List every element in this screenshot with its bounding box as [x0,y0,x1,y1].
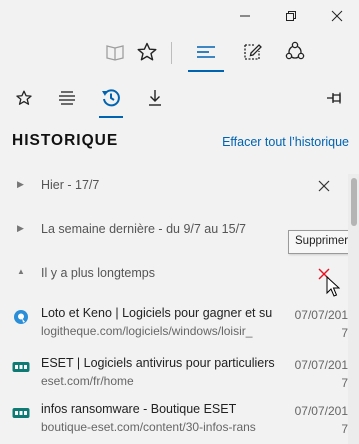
history-item-date: 07/07/201 7 [294,404,348,436]
group-label: Hier - 17/7 [41,178,100,192]
history-item-url: eset.com/fr/home [41,374,134,388]
chevron-right-icon: ▶ [17,179,24,189]
web-note-icon [244,44,262,60]
mouse-cursor-icon [326,276,340,297]
restore-button[interactable] [268,0,314,32]
pin-icon [327,92,341,104]
minimize-icon [240,15,250,17]
share-button[interactable] [275,32,315,72]
history-item-title: infos ransomware - Boutique ESET [41,402,237,416]
reading-view-icon [106,45,124,61]
history-header: HISTORIQUE Effacer tout l’historique [0,130,359,156]
tab-reading-list[interactable] [47,80,87,116]
share-icon [285,41,305,60]
delete-group-button[interactable] [312,174,336,198]
hub-panel: HISTORIQUE Effacer tout l’historique ▶ H… [0,74,359,444]
hub-button[interactable] [186,32,226,72]
window-close-button[interactable] [314,0,359,32]
history-item-title: ESET | Logiciels antivirus pour particul… [41,356,275,370]
history-item[interactable]: infos ransomware - Boutique ESET boutiqu… [0,396,348,444]
web-note-button[interactable] [232,32,272,72]
group-label: La semaine dernière - du 9/7 au 15/7 [41,222,246,236]
favorites-star-icon [137,42,157,61]
hub-active-indicator [188,70,224,72]
history-item-date: 07/07/201 7 [294,308,348,340]
hub-tabs [0,74,359,122]
hub-icon [197,46,215,58]
restore-icon [286,11,296,21]
browser-toolbar [0,32,359,74]
scrollbar-thumb[interactable] [351,178,357,226]
history-item-url: logitheque.com/logiciels/windows/loisir_ [41,324,253,338]
downloads-icon [149,90,161,106]
tab-downloads[interactable] [135,80,175,116]
chevron-right-icon: ▶ [17,223,24,233]
history-group-older[interactable]: ▲ Il y a plus longtemps [0,256,348,292]
tab-history[interactable] [91,80,131,118]
favorites-icon [16,90,32,105]
group-label: Il y a plus longtemps [41,266,155,280]
pin-panel-button[interactable] [315,80,355,116]
chevron-down-icon: ▲ [17,267,25,276]
history-icon [102,89,120,107]
clear-all-history-link[interactable]: Effacer tout l’historique [222,135,349,149]
reading-list-icon [59,91,75,105]
add-favorite-button[interactable] [127,32,167,72]
logitheque-icon [12,308,30,326]
title-bar [0,0,359,32]
history-item-date: 07/07/201 7 [294,358,348,390]
delete-tooltip: Supprimer [288,230,356,254]
history-item[interactable]: Loto et Keno | Logiciels pour gagner et … [0,300,348,350]
toolbar-divider [171,42,172,64]
history-item-title: Loto et Keno | Logiciels pour gagner et … [41,306,273,320]
history-item-url: boutique-eset.com/content/30-infos-rans [41,420,256,434]
minimize-button[interactable] [222,0,268,32]
history-group-yesterday[interactable]: ▶ Hier - 17/7 [0,168,348,204]
eset-icon [12,404,30,422]
page-title: HISTORIQUE [12,132,119,149]
eset-icon [12,358,30,376]
close-icon [331,10,343,22]
close-icon [318,180,330,192]
tab-favorites[interactable] [4,80,44,116]
history-item[interactable]: ESET | Logiciels antivirus pour particul… [0,350,348,400]
